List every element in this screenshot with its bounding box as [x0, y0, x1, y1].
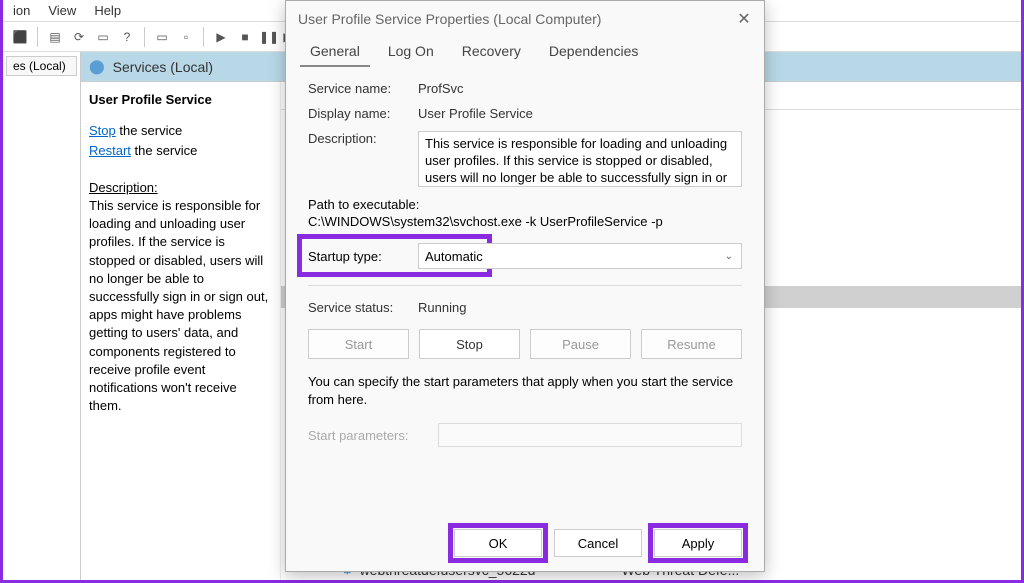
cancel-button[interactable]: Cancel — [554, 529, 642, 557]
back-icon[interactable]: ⬛ — [9, 26, 31, 48]
properties-dialog: User Profile Service Properties (Local C… — [285, 0, 765, 572]
start-button: Start — [308, 329, 409, 359]
pause-button: Pause — [530, 329, 631, 359]
dialog-title: User Profile Service Properties (Local C… — [286, 1, 764, 37]
status-label: Service status: — [308, 300, 418, 315]
display-name-value: User Profile Service — [418, 106, 742, 121]
tab-logon[interactable]: Log On — [378, 37, 444, 67]
ok-button[interactable]: OK — [454, 529, 542, 557]
help-text: You can specify the start parameters tha… — [308, 373, 742, 409]
stop-icon[interactable]: ■ — [234, 26, 256, 48]
description-box[interactable]: This service is responsible for loading … — [418, 131, 742, 187]
help-icon[interactable]: ? — [116, 26, 138, 48]
left-panel: es (Local) — [3, 52, 81, 580]
tab-general[interactable]: General — [300, 37, 370, 67]
left-panel-tab[interactable]: es (Local) — [6, 56, 77, 76]
path-value: C:\WINDOWS\system32\svchost.exe -k UserP… — [308, 214, 742, 229]
start-params-input — [438, 423, 742, 447]
pause-icon[interactable]: ❚❚ — [258, 26, 280, 48]
apply-button[interactable]: Apply — [654, 529, 742, 557]
gear-icon: ⬤ — [89, 58, 105, 75]
description-label: Description: — [308, 131, 418, 146]
menu-item-view[interactable]: View — [48, 3, 76, 18]
service-name-label: Service name: — [308, 81, 418, 96]
display-name-label: Display name: — [308, 106, 418, 121]
service-name-value: ProfSvc — [418, 81, 742, 96]
monitor-icon[interactable]: ▭ — [151, 26, 173, 48]
selected-service-name: User Profile Service — [89, 92, 272, 107]
stop-button[interactable]: Stop — [419, 329, 520, 359]
services-header-title: Services (Local) — [113, 59, 213, 75]
restart-link[interactable]: Restart — [89, 143, 131, 158]
startup-type-select[interactable]: Automatic ⌄ — [418, 243, 742, 269]
close-icon[interactable]: ✕ — [732, 7, 756, 31]
startup-label: Startup type: — [308, 249, 418, 264]
status-value: Running — [418, 300, 742, 315]
description-text: This service is responsible for loading … — [89, 197, 272, 415]
menu-item-action[interactable]: ion — [13, 3, 30, 18]
export-icon[interactable]: ▤ — [44, 26, 66, 48]
tab-dependencies[interactable]: Dependencies — [539, 37, 649, 67]
stop-link[interactable]: Stop — [89, 123, 116, 138]
resume-button: Resume — [641, 329, 742, 359]
tab-recovery[interactable]: Recovery — [452, 37, 531, 67]
dialog-tabs: General Log On Recovery Dependencies — [286, 37, 764, 67]
refresh-icon[interactable]: ⟳ — [68, 26, 90, 48]
chevron-down-icon: ⌄ — [725, 251, 733, 262]
service-detail-panel: User Profile Service Stop the service Re… — [81, 82, 281, 580]
start-params-label: Start parameters: — [308, 428, 438, 443]
win-icon[interactable]: ▫ — [175, 26, 197, 48]
page-icon[interactable]: ▭ — [92, 26, 114, 48]
play-icon[interactable]: ▶ — [210, 26, 232, 48]
description-label: Description: — [89, 180, 272, 195]
path-label: Path to executable: — [308, 197, 742, 212]
menu-item-help[interactable]: Help — [94, 3, 121, 18]
